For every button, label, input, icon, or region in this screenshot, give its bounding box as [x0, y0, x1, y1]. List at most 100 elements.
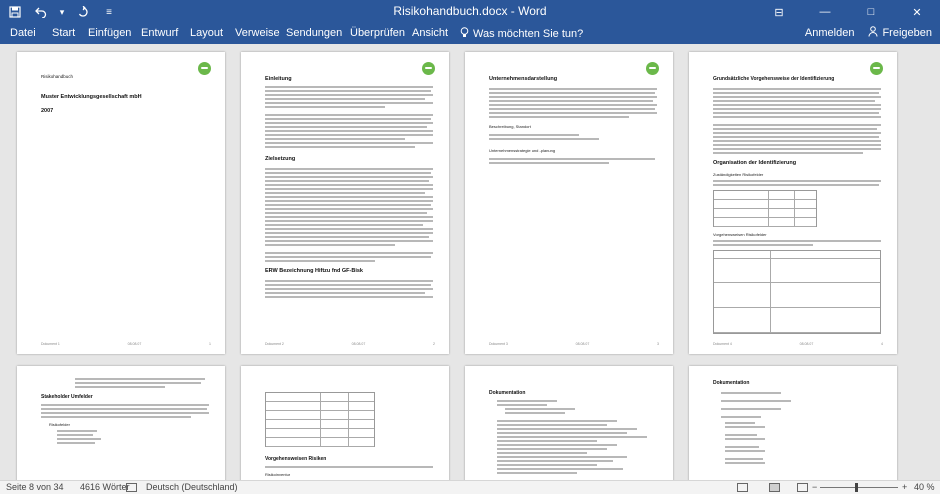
- zoom-in-button[interactable]: +: [902, 482, 907, 492]
- word-count[interactable]: 4616 Wörter: [80, 482, 130, 492]
- document-area[interactable]: Risikohandbuch Muster Entwicklungsgesell…: [0, 44, 940, 480]
- text-line: [265, 180, 429, 182]
- text-line: [713, 128, 877, 130]
- page1-company-title: Muster Entwicklungsgesellschaft mbH: [41, 94, 142, 100]
- page-1[interactable]: Risikohandbuch Muster Entwicklungsgesell…: [17, 52, 225, 354]
- page8-heading: Dokumentation: [713, 380, 750, 386]
- page-7[interactable]: Dokumentation: [465, 366, 673, 480]
- bullet-line: [497, 456, 627, 458]
- close-button[interactable]: ✕: [894, 0, 940, 24]
- page2-heading-einleitung: Einleitung: [265, 76, 292, 82]
- page-5[interactable]: Stakeholder Umfelder Risikofelder: [17, 366, 225, 480]
- text-line: [265, 260, 375, 262]
- zoom-out-button[interactable]: −: [812, 482, 817, 492]
- text-line: [713, 108, 881, 110]
- page4-footer: Dokument 4 08.08.07 4: [713, 342, 883, 346]
- tab-ansicht[interactable]: Ansicht: [412, 27, 448, 39]
- tab-start[interactable]: Start: [52, 27, 75, 39]
- bullet-line: [497, 436, 647, 438]
- minimize-button[interactable]: —: [802, 0, 848, 24]
- text-line: [265, 200, 433, 202]
- text-line: [713, 124, 881, 126]
- page4-label-vorgehensweisen: Vorgehensweisen Risikofelder: [713, 232, 767, 237]
- text-line: [41, 404, 209, 406]
- page6-heading: Vorgehensweisen Risiken: [265, 456, 327, 462]
- footer-page-number: 3: [657, 342, 659, 346]
- text-line: [265, 256, 431, 258]
- text-line: [265, 98, 425, 100]
- text-line: [489, 116, 629, 118]
- page-2[interactable]: Einleitung Zielsetzung ERW Bezeichnung H…: [241, 52, 449, 354]
- text-line: [489, 134, 579, 136]
- text-line: [265, 106, 385, 108]
- tell-me-box[interactable]: Was möchten Sie tun?: [460, 27, 583, 41]
- zoom-slider-track[interactable]: [820, 487, 898, 488]
- page-6[interactable]: Vorgehensweisen Risiken Risikoinventur: [241, 366, 449, 480]
- text-line: [265, 126, 427, 128]
- print-layout-icon[interactable]: [769, 483, 780, 492]
- bullet-line: [497, 448, 607, 450]
- tab-verweise[interactable]: Verweise: [235, 27, 280, 39]
- tab-ueberpruefen[interactable]: Überprüfen: [350, 27, 405, 39]
- ribbon-display-options-button[interactable]: ⊟: [756, 0, 802, 24]
- tab-entwurf[interactable]: Entwurf: [141, 27, 178, 39]
- bullet-line: [721, 392, 781, 394]
- page5-label-risikofelder: Risikofelder: [49, 422, 70, 427]
- page5-heading: Stakeholder Umfelder: [41, 394, 93, 400]
- ribbon-tab-bar: Datei Start Einfügen Entwurf Layout Verw…: [0, 24, 940, 44]
- page4-heading-organisation: Organisation der Identifizierung: [713, 160, 797, 166]
- read-mode-icon[interactable]: [737, 483, 748, 492]
- footer-date: 08.08.07: [351, 342, 366, 346]
- bullet-line: [57, 430, 97, 432]
- bullet-line: [725, 426, 765, 428]
- responsibilities-table: [713, 190, 817, 227]
- text-line: [713, 152, 863, 154]
- language-indicator[interactable]: Deutsch (Deutschland): [146, 482, 238, 492]
- text-line: [265, 236, 429, 238]
- status-bar: Seite 8 von 34 4616 Wörter Deutsch (Deut…: [0, 480, 940, 494]
- zoom-slider-thumb[interactable]: [855, 483, 858, 492]
- page3-label-beschreibung: Beschreibung, Standort: [489, 124, 531, 129]
- page-8[interactable]: Dokumentation: [689, 366, 897, 480]
- maximize-button[interactable]: □: [848, 0, 894, 24]
- bullet-line: [497, 420, 617, 422]
- text-line: [75, 386, 165, 388]
- text-line: [265, 184, 433, 186]
- text-line: [265, 172, 431, 174]
- bullet-line: [57, 442, 95, 444]
- bullet-line: [497, 468, 623, 470]
- page-3[interactable]: Unternehmensdarstellung Beschreibung, St…: [465, 52, 673, 354]
- table-column-divider: [794, 191, 795, 226]
- table-row: [714, 209, 816, 218]
- tab-sendungen[interactable]: Sendungen: [286, 27, 342, 39]
- text-line: [265, 138, 405, 140]
- page-count[interactable]: Seite 8 von 34: [6, 482, 64, 492]
- zoom-level[interactable]: 40 %: [914, 482, 935, 492]
- bullet-line: [497, 452, 587, 454]
- text-line: [713, 180, 881, 182]
- proofing-icon[interactable]: [126, 483, 137, 492]
- footer-page-number: 1: [209, 342, 211, 346]
- text-line: [265, 90, 431, 92]
- share-label: Freigeben: [882, 27, 932, 39]
- text-line: [713, 116, 881, 118]
- table-row: [714, 283, 880, 308]
- tab-layout[interactable]: Layout: [190, 27, 223, 39]
- text-line: [265, 212, 427, 214]
- text-line: [265, 130, 433, 132]
- page2-heading-erw: ERW Bezeichnung Hiftzu fnd GF-Bisk: [265, 268, 363, 274]
- tab-einfuegen[interactable]: Einfügen: [88, 27, 131, 39]
- page-4[interactable]: Grundsätzliche Vorgehensweise der Identi…: [689, 52, 897, 354]
- text-line: [41, 408, 207, 410]
- text-line: [489, 158, 655, 160]
- text-line: [489, 112, 657, 114]
- web-layout-icon[interactable]: [797, 483, 808, 492]
- tab-datei[interactable]: Datei: [10, 27, 36, 39]
- page1-footer: Dokument 1 08.08.07 1: [41, 342, 211, 346]
- window-controls: ⊟ — □ ✕: [756, 0, 940, 24]
- share-button[interactable]: Freigeben: [868, 26, 932, 40]
- sign-in-link[interactable]: Anmelden: [805, 27, 855, 39]
- text-line: [265, 244, 395, 246]
- person-icon: [868, 26, 878, 40]
- bullet-line: [497, 464, 597, 466]
